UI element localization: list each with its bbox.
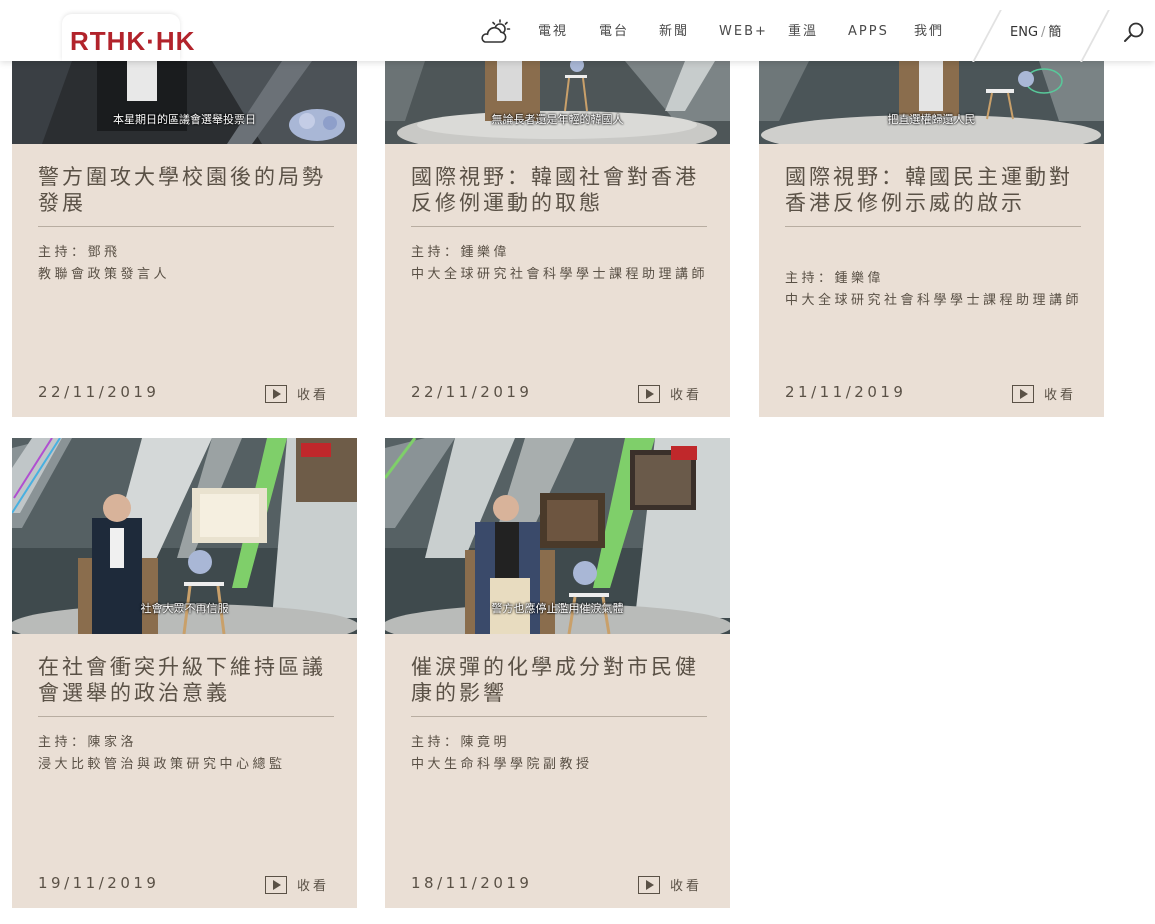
watch-label: 收看 (669, 388, 702, 403)
episode-card[interactable]: 把直選權歸還人民 國際視野：韓國民主運動對香港反修例示威的啟示 主持：鍾樂偉 中… (759, 61, 1104, 417)
episode-card[interactable]: 警方也應停止濫用催淚氣體 催淚彈的化學成分對市民健康的影響 主持：陳竟明 中大生… (385, 438, 730, 908)
host-description: 中大全球研究社會科學學士課程助理講師 (785, 293, 1083, 308)
site-header: RTHK·HK 電視 電台 新聞 WEB+ 重溫 APPS 我們 ENG / 簡 (0, 0, 1155, 62)
episode-thumbnail[interactable]: 社會大眾不再信服 (12, 438, 357, 634)
episode-thumbnail[interactable]: 警方也應停止濫用催淚氣體 (385, 438, 730, 634)
lang-separator: / (1041, 25, 1046, 40)
nav-about-us[interactable]: 我們 (914, 23, 944, 41)
weather-icon[interactable] (480, 19, 512, 45)
host-description: 教聯會政策發言人 (38, 267, 171, 282)
watch-button[interactable]: 收看 (637, 384, 702, 403)
play-icon (264, 875, 287, 894)
lang-eng-link[interactable]: ENG (1010, 25, 1038, 40)
thumbnail-image (385, 61, 730, 144)
episode-date: 21/11/2019 (785, 383, 907, 401)
host-description: 中大生命科學學院副教授 (411, 757, 593, 772)
rthk-logo[interactable]: RTHK·HK (70, 27, 195, 55)
subtitle-caption: 把直選權歸還人民 (887, 113, 976, 126)
episode-title[interactable]: 警方圍攻大學校園後的局勢發展 (38, 164, 334, 227)
episode-card[interactable]: 本星期日的區議會選舉投票日 警方圍攻大學校園後的局勢發展 主持：鄧飛 教聯會政策… (12, 61, 357, 417)
host-name: 主持：陳竟明 (411, 735, 511, 750)
search-icon[interactable] (1123, 21, 1145, 43)
language-switcher: ENG / 簡 (1010, 24, 1061, 42)
episode-thumbnail[interactable]: 無論長者還是年輕的韓國人 (385, 61, 730, 144)
nav-replay[interactable]: 重溫 (788, 23, 818, 41)
play-icon (637, 875, 660, 894)
lang-simplified-link[interactable]: 簡 (1048, 25, 1061, 40)
host-name: 主持：陳家洛 (38, 735, 138, 750)
nav-web-plus[interactable]: WEB+ (719, 23, 768, 41)
subtitle-caption: 社會大眾不再信服 (140, 602, 229, 615)
episode-date: 22/11/2019 (38, 383, 160, 401)
episode-title[interactable]: 國際視野：韓國民主運動對香港反修例示威的啟示 (785, 164, 1081, 227)
nav-apps[interactable]: APPS (848, 23, 889, 41)
nav-tv[interactable]: 電視 (538, 23, 568, 41)
watch-button[interactable]: 收看 (264, 384, 329, 403)
play-icon (637, 384, 660, 403)
episode-title[interactable]: 國際視野：韓國社會對香港反修例運動的取態 (411, 164, 707, 227)
subtitle-caption: 本星期日的區議會選舉投票日 (113, 113, 256, 126)
episode-thumbnail[interactable]: 本星期日的區議會選舉投票日 (12, 61, 357, 144)
host-name: 主持：鍾樂偉 (785, 271, 885, 286)
subtitle-caption: 無論長者還是年輕的韓國人 (491, 113, 624, 126)
episode-title[interactable]: 催淚彈的化學成分對市民健康的影響 (411, 654, 707, 717)
episode-card[interactable]: 無論長者還是年輕的韓國人 國際視野：韓國社會對香港反修例運動的取態 主持：鍾樂偉… (385, 61, 730, 417)
episode-date: 19/11/2019 (38, 874, 160, 892)
watch-button[interactable]: 收看 (637, 875, 702, 894)
watch-label: 收看 (1043, 388, 1076, 403)
thumbnail-image (12, 61, 357, 144)
host-description: 浸大比較管治與政策研究中心總監 (38, 757, 286, 772)
episode-date: 18/11/2019 (411, 874, 533, 892)
watch-label: 收看 (669, 879, 702, 894)
episode-date: 22/11/2019 (411, 383, 533, 401)
thumbnail-image (759, 61, 1104, 144)
host-name: 主持：鍾樂偉 (411, 245, 511, 260)
episode-card[interactable]: 社會大眾不再信服 在社會衝突升級下維持區議會選舉的政治意義 主持：陳家洛 浸大比… (12, 438, 357, 908)
episode-thumbnail[interactable]: 把直選權歸還人民 (759, 61, 1104, 144)
subtitle-caption: 警方也應停止濫用催淚氣體 (491, 602, 624, 615)
watch-label: 收看 (296, 879, 329, 894)
play-icon (1011, 384, 1034, 403)
host-name: 主持：鄧飛 (38, 245, 121, 260)
nav-radio[interactable]: 電台 (599, 23, 629, 41)
play-icon (264, 384, 287, 403)
divider (972, 10, 1002, 62)
watch-label: 收看 (296, 388, 329, 403)
host-description: 中大全球研究社會科學學士課程助理講師 (411, 267, 709, 282)
watch-button[interactable]: 收看 (1011, 384, 1076, 403)
watch-button[interactable]: 收看 (264, 875, 329, 894)
divider (1080, 10, 1110, 62)
nav-news[interactable]: 新聞 (659, 23, 689, 41)
episode-title[interactable]: 在社會衝突升級下維持區議會選舉的政治意義 (38, 654, 334, 717)
